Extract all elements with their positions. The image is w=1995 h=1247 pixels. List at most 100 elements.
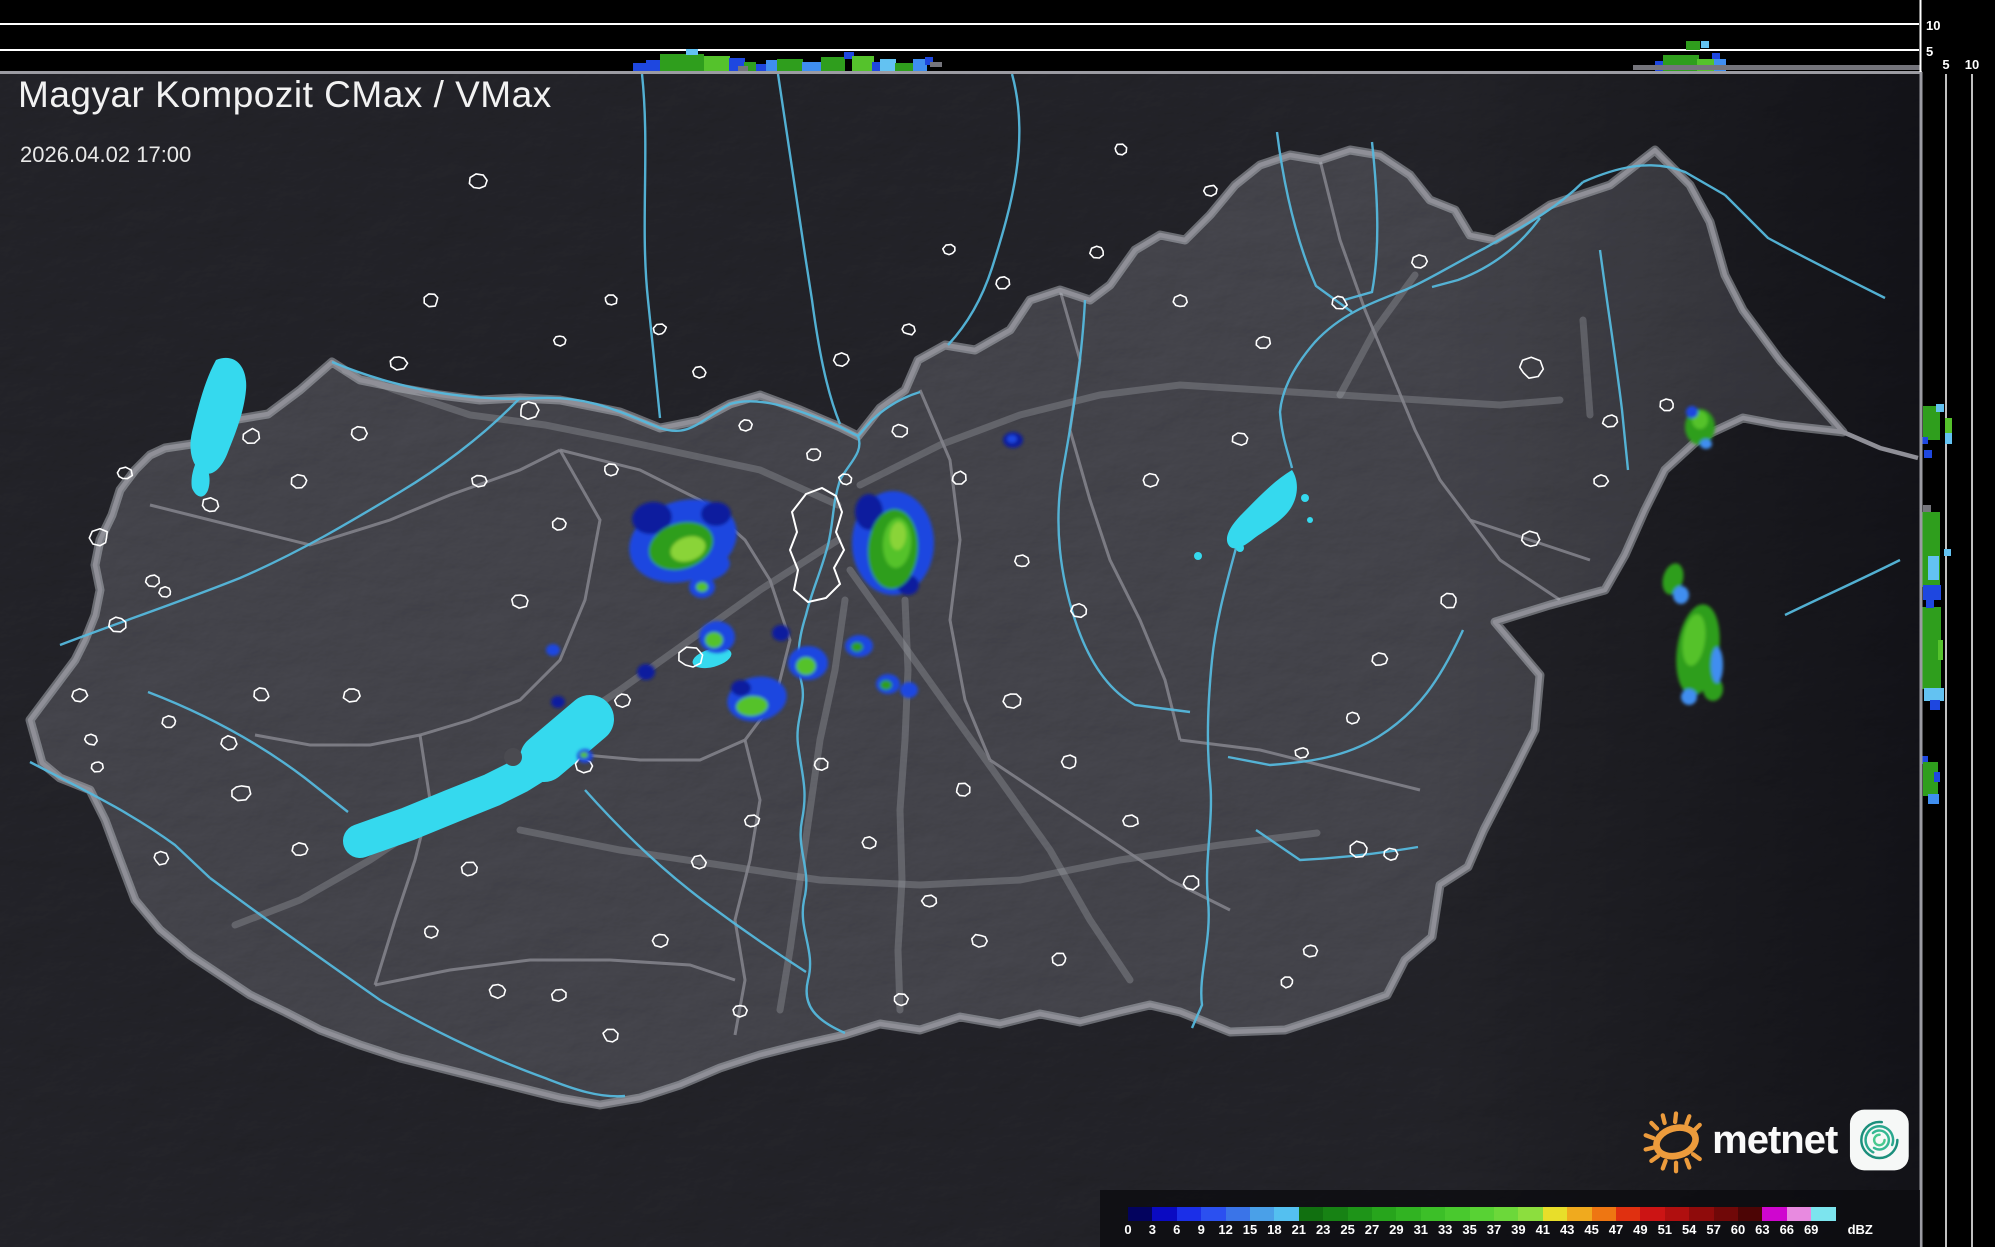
lake — [1194, 552, 1202, 560]
colorbar-cell — [1201, 1207, 1226, 1221]
radar-echo — [580, 752, 588, 758]
colorbar-tick-label: 37 — [1486, 1222, 1502, 1237]
profile-echo — [646, 60, 662, 71]
colorbar-tick-label: 47 — [1608, 1222, 1624, 1237]
profile-echo — [1938, 640, 1943, 660]
profile-echo — [802, 62, 822, 71]
colorbar-cell — [1323, 1207, 1348, 1221]
colorbar-cell — [1298, 1207, 1324, 1221]
colorbar-tick-label: 54 — [1681, 1222, 1697, 1237]
radar-echo — [701, 502, 731, 526]
colorbar-cell — [1640, 1207, 1665, 1221]
profile-echo — [1701, 41, 1709, 48]
colorbar-tick-label: 41 — [1535, 1222, 1551, 1237]
colorbar-cell — [1616, 1207, 1641, 1221]
profile-echo — [766, 60, 778, 71]
colorbar-cell — [1250, 1207, 1275, 1221]
profile-echo — [821, 57, 845, 71]
colorbar-cell — [1762, 1207, 1787, 1221]
radar-echo — [772, 625, 790, 641]
radar-echo — [1711, 647, 1723, 683]
profile-echo — [1928, 556, 1939, 580]
profile-echo — [913, 59, 927, 71]
profile-echo — [777, 59, 803, 71]
colorbar-unit-label: dBZ — [1847, 1222, 1873, 1237]
colorbar-cell — [1689, 1207, 1714, 1221]
profile-echo — [1923, 585, 1941, 600]
colorbar-tick-label: 23 — [1315, 1222, 1331, 1237]
colorbar-cell — [1372, 1207, 1397, 1221]
radar-echo — [1673, 586, 1689, 604]
colorbar-tick-label: 12 — [1218, 1222, 1233, 1237]
profile-echo — [1923, 505, 1931, 512]
profile-echo — [852, 56, 874, 71]
colorbar-cell — [1713, 1207, 1738, 1221]
radar-echo — [705, 632, 723, 648]
lake — [1301, 494, 1309, 502]
radar-echo — [1686, 406, 1698, 418]
sun-icon — [1643, 1111, 1702, 1174]
colorbar-tick-label: 21 — [1291, 1222, 1307, 1237]
colorbar-cell — [1347, 1207, 1372, 1221]
colorbar-cell — [1786, 1207, 1812, 1221]
colorbar-tick-label: 39 — [1511, 1222, 1526, 1237]
colorbar-cell — [1494, 1207, 1519, 1221]
colorbar-tick-label: 35 — [1462, 1222, 1477, 1237]
profile-echo — [1936, 404, 1944, 412]
colorbar-cell — [1738, 1207, 1763, 1221]
radar-echo — [551, 696, 565, 708]
colorbar-tick-label: 27 — [1364, 1222, 1380, 1237]
colorbar-tick-label: 0 — [1124, 1222, 1132, 1237]
profile-echo — [1633, 65, 1920, 70]
radar-echo — [796, 657, 816, 675]
lake — [1236, 544, 1244, 552]
radar-echo — [1700, 439, 1712, 449]
colorbar-tick-label: 63 — [1755, 1222, 1770, 1237]
height-axis-label: 5 — [1942, 57, 1949, 72]
radar-echo — [546, 644, 560, 656]
radar-echo — [880, 680, 892, 690]
right-profile-panel — [1921, 0, 1995, 1247]
colorbar-cell — [1591, 1207, 1616, 1221]
colorbar-cell — [1664, 1207, 1690, 1221]
colorbar-cell — [1469, 1207, 1494, 1221]
radar-echo — [696, 582, 708, 592]
profile-echo — [686, 49, 698, 55]
lake — [1307, 517, 1313, 523]
dbz-colorbar-legend: 0 3 6 9 12 15 18 21 23 25 27 29 31 33 35 37 39 41 43 45 47 49… — [1100, 1190, 1920, 1247]
page-title: Magyar Kompozit CMax / VMax — [18, 74, 552, 115]
colorbar-tick-label: 3 — [1148, 1222, 1157, 1237]
colorbar-tick-label: 45 — [1584, 1222, 1599, 1237]
metnet-logo[interactable]: metnet — [1640, 1098, 1910, 1182]
colorbar-tick-label: 31 — [1413, 1222, 1429, 1237]
profile-echo — [1930, 700, 1940, 710]
profile-echo — [1934, 772, 1940, 782]
profile-echo — [1944, 549, 1951, 556]
radar-echo — [851, 642, 863, 652]
radar-viewer: 10 5 5 1 0 Magyar Kompozit CMax / VMax 2026.… — [0, 0, 1995, 1247]
profile-echo — [880, 59, 896, 71]
radar-echo — [637, 664, 655, 680]
colorbar-cell — [1567, 1207, 1592, 1221]
profile-echo — [1945, 418, 1952, 434]
colorbar-tick-label: 25 — [1340, 1222, 1355, 1237]
profile-echo — [1928, 794, 1939, 804]
profile-echo — [756, 64, 766, 71]
colorbar-tick-label: 51 — [1657, 1222, 1673, 1237]
colorbar-cell — [1518, 1207, 1543, 1221]
colorbar-cell — [1128, 1207, 1153, 1221]
metnet-app-icon — [1850, 1109, 1910, 1171]
colorbar-tick-label: 6 — [1173, 1222, 1181, 1237]
timestamp: 2026.04.02 17:00 — [20, 142, 192, 167]
colorbar-cell — [1152, 1207, 1177, 1221]
colorbar-tick-label: 60 — [1730, 1222, 1746, 1237]
profile-echo — [633, 63, 647, 71]
colorbar-tick-label: 43 — [1559, 1222, 1575, 1237]
radar-map-canvas[interactable]: 10 5 5 1 0 — [0, 0, 1995, 1247]
height-axis-label: 10 — [1926, 18, 1940, 33]
tihany-notch — [504, 748, 522, 766]
profile-echo — [1924, 688, 1944, 701]
colorbar-cell — [1445, 1207, 1470, 1221]
colorbar-tick-label: 66 — [1779, 1222, 1795, 1237]
colorbar-tick-label: 49 — [1633, 1222, 1648, 1237]
